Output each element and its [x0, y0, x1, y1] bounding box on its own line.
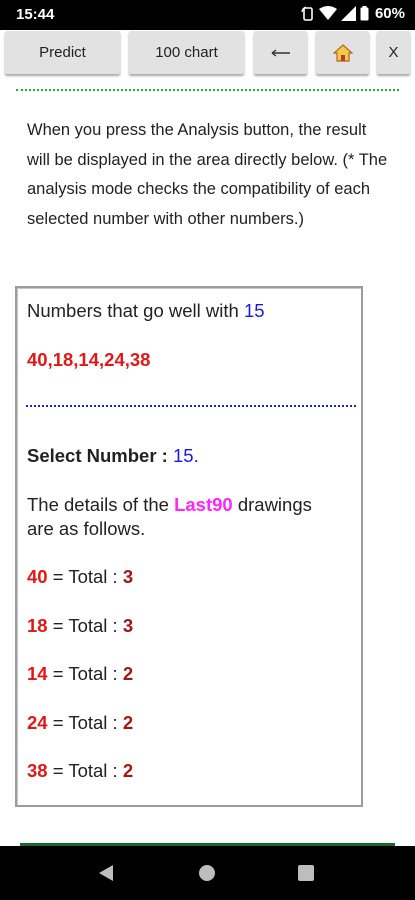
- details-prefix: The details of the: [27, 494, 169, 515]
- nav-home-icon[interactable]: [198, 864, 216, 882]
- status-bar: 15:44 60%: [0, 0, 415, 30]
- nav-recents-icon[interactable]: [297, 864, 315, 882]
- total-row-number: 18: [27, 615, 48, 636]
- navigation-bar: [0, 846, 415, 900]
- total-row-value: 2: [122, 760, 134, 781]
- blue-divider: [26, 405, 356, 407]
- toolbar: Predict 100 chart X: [0, 30, 415, 82]
- details-line-1: The details of the Last90 drawings: [27, 494, 312, 516]
- details-highlight: Last90: [174, 494, 233, 515]
- battery-icon: [360, 6, 369, 21]
- total-row: 14 = Total : 2: [27, 663, 133, 685]
- select-number-value: 15: [173, 445, 194, 466]
- close-button[interactable]: X: [377, 31, 410, 74]
- total-row-number: 38: [27, 760, 48, 781]
- total-row-value: 2: [122, 712, 134, 733]
- predict-button[interactable]: Predict: [5, 31, 120, 74]
- green-divider: [16, 89, 399, 91]
- signal-icon: [340, 6, 356, 21]
- status-time: 15:44: [16, 6, 55, 23]
- total-row: 38 = Total : 2: [27, 760, 133, 782]
- result-panel: Numbers that go well with 15 40,18,14,24…: [15, 286, 363, 807]
- details-line-2: are as follows.: [27, 518, 146, 539]
- nav-back-icon[interactable]: [97, 864, 115, 882]
- total-row: 40 = Total : 3: [27, 566, 133, 588]
- details-suffix: drawings: [237, 494, 312, 515]
- back-button[interactable]: [254, 31, 307, 74]
- total-row-number: 24: [27, 712, 48, 733]
- select-number-label: Select Number :: [27, 445, 168, 466]
- total-row-value: 2: [122, 663, 134, 684]
- goes-well-label: Numbers that go well with: [27, 300, 239, 321]
- status-icons: 60%: [301, 5, 405, 22]
- battery-percent: 60%: [374, 5, 405, 22]
- total-row: 24 = Total : 2: [27, 712, 133, 734]
- select-number-suffix: .: [193, 445, 199, 466]
- total-row-label: = Total :: [52, 615, 118, 636]
- total-row-label: = Total :: [52, 663, 118, 684]
- total-row-number: 14: [27, 663, 48, 684]
- home-icon: [332, 43, 353, 62]
- intro-text: When you press the Analysis button, the …: [27, 121, 388, 228]
- goes-well-line: Numbers that go well with 15: [27, 300, 265, 322]
- total-row-number: 40: [27, 566, 48, 587]
- total-row-value: 3: [122, 566, 134, 587]
- selected-number: 15: [243, 300, 265, 321]
- total-row-value: 3: [122, 615, 134, 636]
- rotation-icon: [301, 5, 313, 21]
- arrow-left-icon: [271, 48, 290, 57]
- total-row-label: = Total :: [52, 712, 118, 733]
- good-numbers: 40,18,14,24,38: [27, 349, 151, 370]
- home-button[interactable]: [316, 31, 369, 74]
- total-row-label: = Total :: [52, 566, 118, 587]
- total-row: 18 = Total : 3: [27, 615, 133, 637]
- select-number-line: Select Number : 15.: [27, 445, 199, 467]
- chart-button[interactable]: 100 chart: [129, 31, 244, 74]
- total-row-label: = Total :: [52, 760, 118, 781]
- wifi-icon: [318, 6, 337, 20]
